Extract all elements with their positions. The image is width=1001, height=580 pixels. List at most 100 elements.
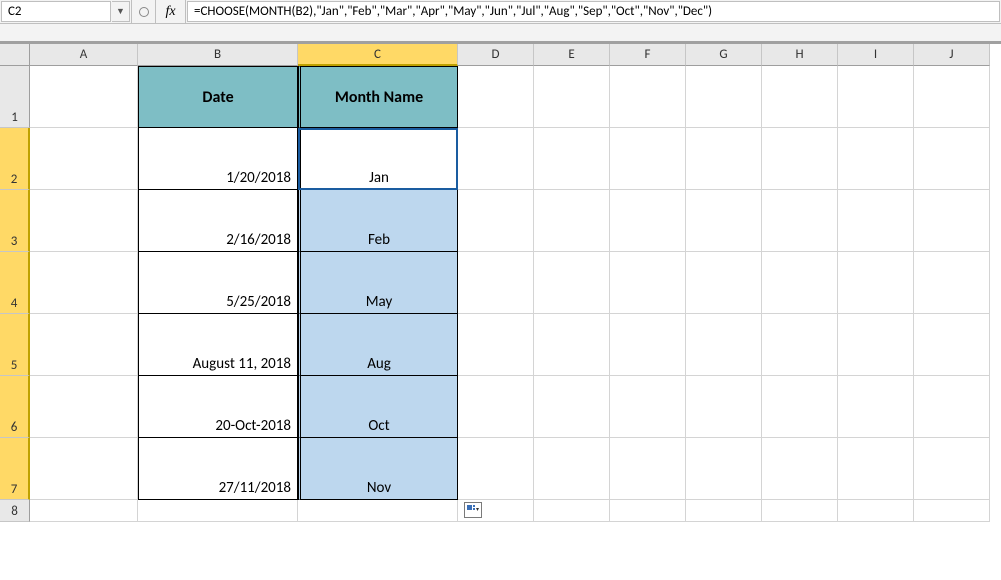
cell-D4[interactable] — [458, 252, 534, 314]
cell-G4[interactable] — [686, 252, 762, 314]
cell-I8[interactable] — [838, 500, 914, 522]
cell-F1[interactable] — [610, 66, 686, 128]
col-header-C[interactable]: C — [298, 44, 458, 66]
cell-J5[interactable] — [914, 314, 990, 376]
cell-H4[interactable] — [762, 252, 838, 314]
cell-F2[interactable] — [610, 128, 686, 190]
fx-icon[interactable]: fx — [156, 0, 186, 23]
cell-I1[interactable] — [838, 66, 914, 128]
cell-C6[interactable]: Oct — [298, 376, 458, 438]
cell-J4[interactable] — [914, 252, 990, 314]
row-head-2[interactable]: 2 — [0, 128, 30, 190]
formula-input[interactable]: =CHOOSE(MONTH(B2),"Jan","Feb","Mar","Apr… — [187, 1, 1000, 22]
cell-H6[interactable] — [762, 376, 838, 438]
name-box-dropdown[interactable]: ▼ — [112, 1, 130, 22]
autofill-options-icon[interactable] — [464, 502, 482, 518]
cell-J8[interactable] — [914, 500, 990, 522]
cell-D7[interactable] — [458, 438, 534, 500]
cell-J2[interactable] — [914, 128, 990, 190]
cell-J1[interactable] — [914, 66, 990, 128]
cell-E4[interactable] — [534, 252, 610, 314]
cell-C3[interactable]: Feb — [298, 190, 458, 252]
col-header-B[interactable]: B — [138, 44, 298, 66]
cell-F3[interactable] — [610, 190, 686, 252]
cell-B4[interactable]: 5/25/2018 — [138, 252, 298, 314]
cell-F4[interactable] — [610, 252, 686, 314]
col-header-I[interactable]: I — [838, 44, 914, 66]
row-head-4[interactable]: 4 — [0, 252, 30, 314]
cell-G5[interactable] — [686, 314, 762, 376]
select-all-corner[interactable] — [0, 44, 30, 66]
cell-F7[interactable] — [610, 438, 686, 500]
cell-G7[interactable] — [686, 438, 762, 500]
cell-E2[interactable] — [534, 128, 610, 190]
cell-I4[interactable] — [838, 252, 914, 314]
cell-A6[interactable] — [30, 376, 138, 438]
cell-B2[interactable]: 1/20/2018 — [138, 128, 298, 190]
cell-D5[interactable] — [458, 314, 534, 376]
col-header-D[interactable]: D — [458, 44, 534, 66]
cell-C8[interactable] — [298, 500, 458, 522]
row-head-8[interactable]: 8 — [0, 500, 30, 522]
cell-G1[interactable] — [686, 66, 762, 128]
row-head-1[interactable]: 1 — [0, 66, 30, 128]
cell-C7[interactable]: Nov — [298, 438, 458, 500]
cell-G2[interactable] — [686, 128, 762, 190]
cell-A2[interactable] — [30, 128, 138, 190]
row-head-5[interactable]: 5 — [0, 314, 30, 376]
col-header-E[interactable]: E — [534, 44, 610, 66]
cell-I5[interactable] — [838, 314, 914, 376]
cell-A1[interactable] — [30, 66, 138, 128]
cell-A5[interactable] — [30, 314, 138, 376]
cell-B8[interactable] — [138, 500, 298, 522]
cell-H5[interactable] — [762, 314, 838, 376]
row-head-6[interactable]: 6 — [0, 376, 30, 438]
name-box[interactable]: C2 — [1, 1, 111, 22]
cell-E3[interactable] — [534, 190, 610, 252]
cell-J7[interactable] — [914, 438, 990, 500]
cell-F5[interactable] — [610, 314, 686, 376]
cell-A7[interactable] — [30, 438, 138, 500]
cell-J3[interactable] — [914, 190, 990, 252]
cell-H2[interactable] — [762, 128, 838, 190]
cell-I7[interactable] — [838, 438, 914, 500]
cell-G3[interactable] — [686, 190, 762, 252]
cell-E7[interactable] — [534, 438, 610, 500]
cell-H1[interactable] — [762, 66, 838, 128]
col-header-A[interactable]: A — [30, 44, 138, 66]
cell-G6[interactable] — [686, 376, 762, 438]
cell-B3[interactable]: 2/16/2018 — [138, 190, 298, 252]
cell-E8[interactable] — [534, 500, 610, 522]
cell-D8[interactable] — [458, 500, 534, 522]
cell-H8[interactable] — [762, 500, 838, 522]
cell-A3[interactable] — [30, 190, 138, 252]
col-header-G[interactable]: G — [686, 44, 762, 66]
row-head-7[interactable]: 7 — [0, 438, 30, 500]
cell-E6[interactable] — [534, 376, 610, 438]
row-head-3[interactable]: 3 — [0, 190, 30, 252]
cell-I3[interactable] — [838, 190, 914, 252]
cell-B5[interactable]: August 11, 2018 — [138, 314, 298, 376]
cell-E5[interactable] — [534, 314, 610, 376]
cell-B7[interactable]: 27/11/2018 — [138, 438, 298, 500]
cell-B6[interactable]: 20-Oct-2018 — [138, 376, 298, 438]
cell-F8[interactable] — [610, 500, 686, 522]
cell-E1[interactable] — [534, 66, 610, 128]
cell-A4[interactable] — [30, 252, 138, 314]
cell-D6[interactable] — [458, 376, 534, 438]
cell-I6[interactable] — [838, 376, 914, 438]
col-header-F[interactable]: F — [610, 44, 686, 66]
table-header-month[interactable]: Month Name — [298, 66, 458, 128]
cell-A8[interactable] — [30, 500, 138, 522]
cell-G8[interactable] — [686, 500, 762, 522]
col-header-J[interactable]: J — [914, 44, 990, 66]
table-header-date[interactable]: Date — [138, 66, 298, 128]
cell-F6[interactable] — [610, 376, 686, 438]
cell-C2[interactable]: Jan — [298, 128, 458, 190]
cell-D1[interactable] — [458, 66, 534, 128]
cell-H7[interactable] — [762, 438, 838, 500]
cell-D2[interactable] — [458, 128, 534, 190]
cell-J6[interactable] — [914, 376, 990, 438]
cell-C4[interactable]: May — [298, 252, 458, 314]
cell-I2[interactable] — [838, 128, 914, 190]
